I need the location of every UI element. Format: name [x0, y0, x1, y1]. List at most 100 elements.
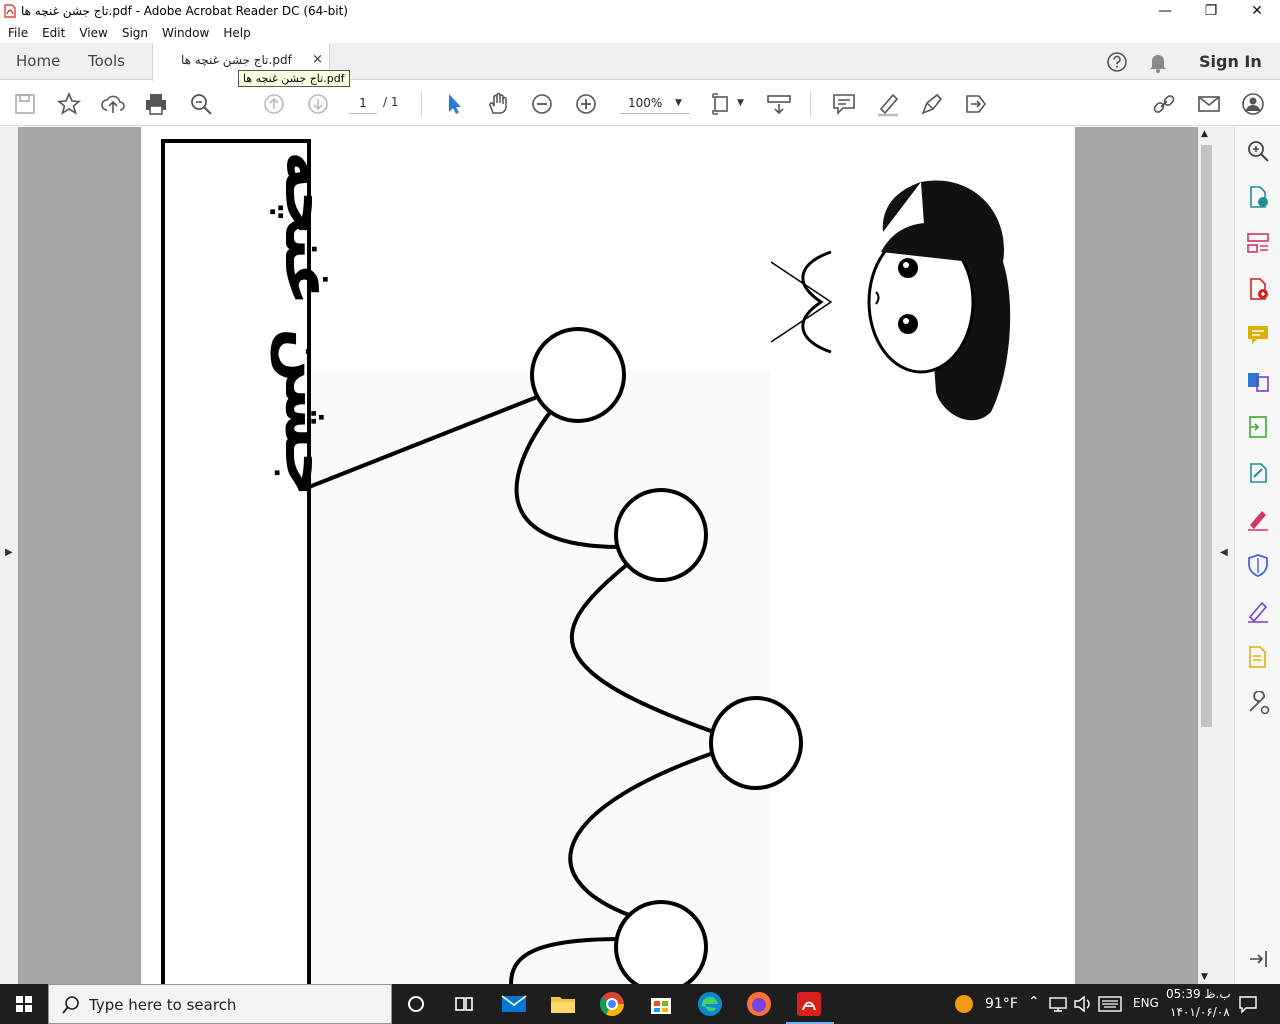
- acrobat-app-icon: [4, 4, 16, 18]
- add-user-icon[interactable]: [1240, 91, 1266, 117]
- volume-icon[interactable]: [1072, 994, 1094, 1014]
- bookmark-star-icon[interactable]: [56, 91, 82, 117]
- clock-date[interactable]: ۱۴۰۱/۰۶/۰۸: [1170, 1005, 1230, 1019]
- acrobat-taskbar-icon[interactable]: [795, 990, 823, 1018]
- tab-home[interactable]: Home: [16, 43, 60, 80]
- export-pdf-icon[interactable]: [1246, 185, 1270, 209]
- combine-files-icon[interactable]: [1246, 369, 1270, 393]
- edge-browser-icon[interactable]: [696, 990, 724, 1018]
- search-placeholder: Type here to search: [89, 996, 237, 1014]
- tools-pane: [1234, 127, 1280, 984]
- firefox-icon[interactable]: [745, 990, 773, 1018]
- print-icon[interactable]: [143, 91, 169, 117]
- link-share-icon[interactable]: [1151, 91, 1177, 117]
- weather-sun-icon: [955, 995, 973, 1013]
- scrollbar-thumb[interactable]: [1201, 145, 1212, 727]
- request-signature-icon[interactable]: [1246, 599, 1270, 623]
- file-explorer-icon[interactable]: [549, 990, 577, 1018]
- tab-tools[interactable]: Tools: [88, 43, 125, 80]
- page-fit-icon[interactable]: [710, 91, 742, 117]
- cortana-circle-icon[interactable]: [402, 990, 430, 1018]
- menu-file[interactable]: File: [8, 26, 28, 40]
- vertical-scrollbar[interactable]: ▲ ▼: [1198, 127, 1215, 984]
- comment-tool-icon[interactable]: [1246, 323, 1270, 347]
- collapse-pane-icon[interactable]: [1246, 947, 1270, 971]
- chevron-down-icon[interactable]: ▼: [675, 98, 682, 108]
- window-title: تاج جشن غنچه ها.pdf - Adobe Acrobat Read…: [21, 4, 348, 18]
- create-pdf-icon[interactable]: [1246, 277, 1270, 301]
- save-icon[interactable]: [12, 91, 38, 117]
- help-icon[interactable]: [1106, 51, 1128, 73]
- pdf-page: جشن غنچه ها مبارک: [141, 127, 1075, 984]
- tab-bar: Home Tools تاج جشن غنچه ها.pdf × Sign In: [0, 43, 1280, 81]
- store-app-icon[interactable]: [647, 990, 675, 1018]
- compress-pdf-icon[interactable]: [1246, 415, 1270, 439]
- task-view-icon[interactable]: [450, 990, 478, 1018]
- tray-chevron-up-icon[interactable]: ⌃: [1028, 994, 1040, 1010]
- scroll-up-icon[interactable]: ▲: [1201, 129, 1208, 139]
- mail-app-icon[interactable]: [500, 990, 528, 1018]
- notification-center-icon[interactable]: [1238, 994, 1258, 1014]
- chrome-icon[interactable]: [598, 990, 626, 1018]
- toolbar-divider: [810, 91, 811, 117]
- scroll-down-icon[interactable]: ▼: [1201, 972, 1208, 982]
- draw-sign-icon[interactable]: [919, 91, 945, 117]
- banner-text: جشن غنچه ها مبارک: [270, 127, 344, 497]
- windows-taskbar: Type here to search 91°F ⌃ ENG 05:39 ب.ظ…: [0, 984, 1280, 1024]
- menu-edit[interactable]: Edit: [42, 26, 65, 40]
- tab-document-label: تاج جشن غنچه ها.pdf: [181, 53, 292, 67]
- fit-dropdown-chevron-icon[interactable]: ▼: [737, 98, 744, 108]
- upload-cloud-icon[interactable]: [100, 91, 126, 117]
- email-icon[interactable]: [1196, 91, 1222, 117]
- page-total: / 1: [383, 95, 399, 109]
- clock-time[interactable]: 05:39 ب.ظ: [1166, 987, 1231, 1001]
- fill-sign-icon[interactable]: [1246, 507, 1270, 531]
- protect-shield-icon[interactable]: [1246, 553, 1270, 577]
- expand-left-icon[interactable]: ▶: [5, 547, 13, 558]
- previous-page-icon[interactable]: [261, 91, 287, 117]
- select-cursor-icon[interactable]: [441, 91, 467, 117]
- highlight-pen-icon[interactable]: [875, 91, 901, 117]
- toolbar-divider: [421, 91, 422, 117]
- main-toolbar: 1 / 1 100% ▼ ▼: [0, 81, 1280, 126]
- title-bar: تاج جشن غنچه ها.pdf - Adobe Acrobat Read…: [0, 0, 1280, 22]
- search-icon: [62, 996, 79, 1014]
- menu-sign[interactable]: Sign: [122, 26, 148, 40]
- menu-help[interactable]: Help: [223, 26, 250, 40]
- minimize-button[interactable]: —: [1142, 0, 1188, 22]
- menu-window[interactable]: Window: [162, 26, 209, 40]
- girl-illustration: [770, 180, 1011, 421]
- tab-tooltip: تاج جشن غنچه ها.pdf: [238, 70, 350, 87]
- zoom-in-icon[interactable]: [573, 91, 599, 117]
- organize-pages-icon[interactable]: [1246, 231, 1270, 255]
- tab-close-icon[interactable]: ×: [312, 52, 323, 67]
- taskbar-search-box[interactable]: Type here to search: [48, 984, 392, 1024]
- comment-icon[interactable]: [831, 91, 857, 117]
- menu-view[interactable]: View: [79, 26, 107, 40]
- network-icon[interactable]: [1047, 994, 1069, 1014]
- page-number-input[interactable]: 1: [349, 92, 377, 114]
- close-window-button[interactable]: ✕: [1234, 0, 1280, 22]
- more-tools-wrench-icon[interactable]: [1246, 691, 1270, 715]
- scroll-mode-icon[interactable]: [766, 91, 792, 117]
- send-for-review-icon[interactable]: [1246, 645, 1270, 669]
- menu-bar: File Edit View Sign Window Help: [0, 22, 1280, 43]
- left-panel-toggle[interactable]: ▶: [0, 127, 18, 984]
- restore-button[interactable]: ❐: [1188, 0, 1234, 22]
- zoom-tool-icon[interactable]: [1246, 139, 1270, 163]
- hand-tool-icon[interactable]: [485, 91, 511, 117]
- next-page-icon[interactable]: [305, 91, 331, 117]
- edit-pdf-icon[interactable]: [1246, 461, 1270, 485]
- input-language[interactable]: ENG: [1133, 996, 1159, 1010]
- share-export-icon[interactable]: [963, 91, 989, 117]
- collapse-right-icon[interactable]: ◀: [1220, 547, 1228, 558]
- zoom-out-icon[interactable]: [529, 91, 555, 117]
- zoom-search-icon[interactable]: [188, 91, 214, 117]
- sign-in-button[interactable]: Sign In: [1199, 52, 1262, 71]
- windows-start-icon[interactable]: [0, 984, 48, 1024]
- weather-temperature[interactable]: 91°F: [985, 996, 1018, 1012]
- notification-bell-icon[interactable]: [1148, 51, 1168, 73]
- right-panel-toggle[interactable]: ◀: [1215, 127, 1234, 984]
- crown-drawing: جشن غنچه ها مبارک: [161, 127, 1011, 984]
- keyboard-icon[interactable]: [1098, 995, 1122, 1013]
